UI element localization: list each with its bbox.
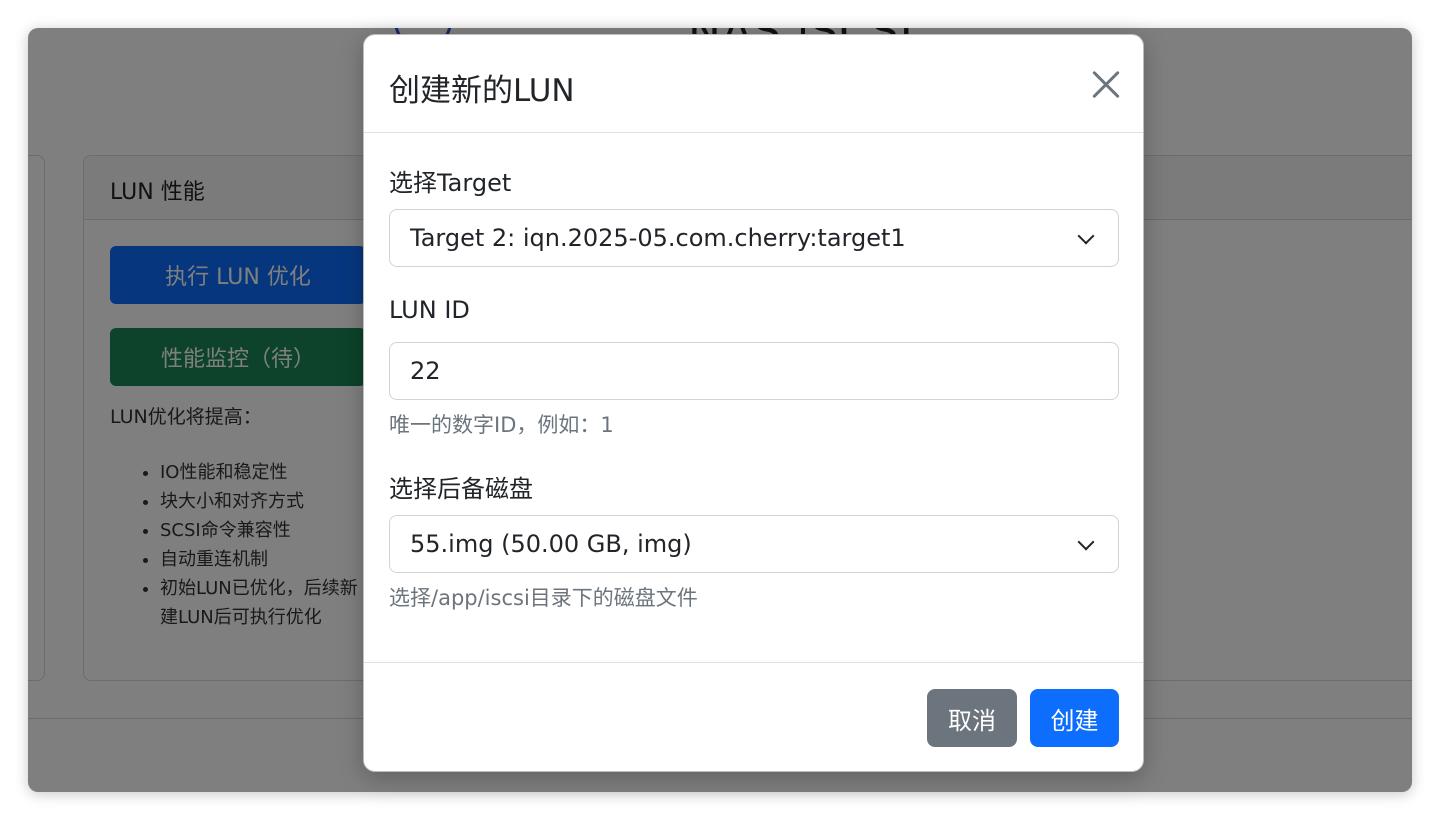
disk-select[interactable]: 55.img (50.00 GB, img)	[389, 515, 1119, 573]
disk-help: 选择/app/iscsi目录下的磁盘文件	[389, 586, 698, 610]
modal-footer: 取消 创建	[364, 662, 1143, 772]
modal-body: 选择Target Target 2: iqn.2025-05.com.cherr…	[364, 133, 1143, 663]
chevron-down-icon	[1077, 533, 1095, 551]
create-button[interactable]: 创建	[1030, 689, 1119, 747]
close-icon[interactable]	[1085, 65, 1125, 105]
lun-id-input[interactable]: 22	[389, 342, 1119, 400]
cancel-button[interactable]: 取消	[927, 689, 1017, 747]
lun-id-input-value: 22	[410, 357, 441, 385]
lun-id-help: 唯一的数字ID，例如：1	[389, 413, 614, 437]
create-lun-modal: 创建新的LUN 选择Target Target 2: iqn.2025-05.c…	[363, 34, 1144, 772]
target-select-value: Target 2: iqn.2025-05.com.cherry:target1	[410, 224, 906, 252]
disk-label: 选择后备磁盘	[389, 475, 533, 503]
target-select[interactable]: Target 2: iqn.2025-05.com.cherry:target1	[389, 209, 1119, 267]
modal-header: 创建新的LUN	[364, 35, 1143, 133]
target-label: 选择Target	[389, 169, 512, 197]
chevron-down-icon	[1077, 227, 1095, 245]
lun-id-label: LUN ID	[389, 296, 470, 324]
modal-title: 创建新的LUN	[389, 73, 575, 109]
disk-select-value: 55.img (50.00 GB, img)	[410, 530, 692, 558]
